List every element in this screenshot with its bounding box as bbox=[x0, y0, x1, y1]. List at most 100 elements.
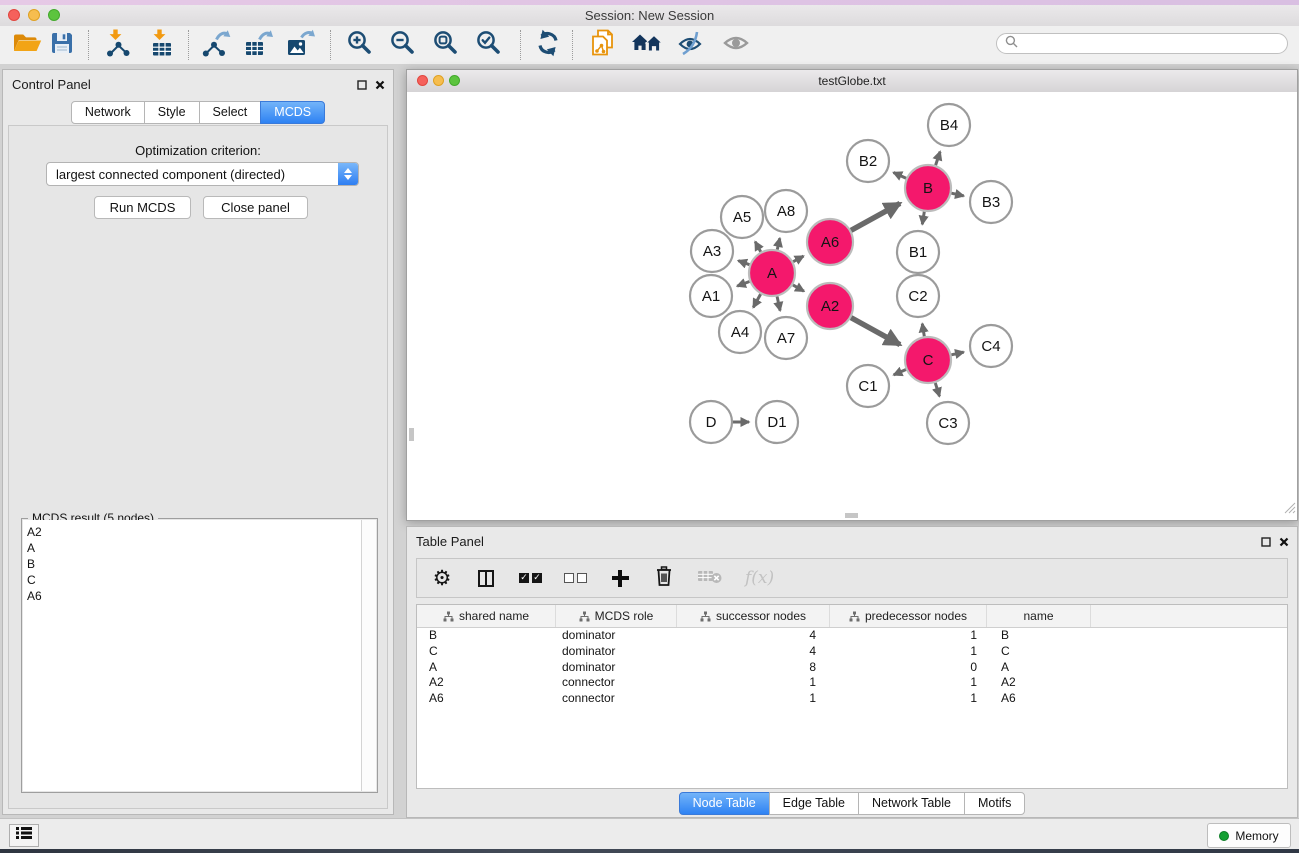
column-header-shared-name[interactable]: shared name bbox=[417, 605, 556, 627]
zoom-in-button[interactable] bbox=[343, 29, 377, 61]
import-table-button[interactable] bbox=[145, 29, 179, 61]
graph-node-D1[interactable]: D1 bbox=[756, 401, 798, 443]
tab-motifs[interactable]: Motifs bbox=[964, 792, 1025, 815]
show-panels-button[interactable] bbox=[9, 824, 39, 847]
column-header-successor-nodes[interactable]: successor nodes bbox=[677, 605, 830, 627]
table-cell[interactable]: 1 bbox=[677, 691, 830, 707]
zoom-fit-button[interactable] bbox=[429, 29, 463, 61]
mcds-result-list[interactable]: A2ABCA6 bbox=[23, 520, 362, 791]
result-item[interactable]: A bbox=[27, 540, 362, 556]
tab-select[interactable]: Select bbox=[199, 101, 262, 124]
result-scrollbar[interactable] bbox=[361, 520, 376, 791]
graph-edge-A-A1[interactable] bbox=[737, 282, 749, 287]
function-builder-button[interactable]: f(x) bbox=[745, 568, 774, 588]
graph-node-C3[interactable]: C3 bbox=[927, 402, 969, 444]
column-layout-button[interactable] bbox=[475, 570, 497, 587]
export-image-button[interactable] bbox=[283, 29, 317, 61]
graph-node-B2[interactable]: B2 bbox=[847, 140, 889, 182]
graph-node-A2[interactable]: A2 bbox=[807, 283, 853, 329]
column-header-predecessor-nodes[interactable]: predecessor nodes bbox=[830, 605, 987, 627]
graph-node-A3[interactable]: A3 bbox=[691, 230, 733, 272]
table-row[interactable]: Cdominator41C bbox=[417, 644, 1287, 660]
delete-table-button[interactable] bbox=[697, 567, 723, 590]
graph-edge-A-A2[interactable] bbox=[793, 285, 804, 291]
graph-edge-C-C1[interactable] bbox=[894, 370, 906, 375]
table-cell[interactable]: C bbox=[987, 644, 1091, 660]
canvas-hscroll-thumb[interactable] bbox=[845, 513, 858, 518]
table-cell[interactable]: 1 bbox=[677, 675, 830, 691]
graph-edge-B-B1[interactable] bbox=[922, 212, 924, 225]
table-cell[interactable]: C bbox=[417, 644, 556, 660]
graph-node-C4[interactable]: C4 bbox=[970, 325, 1012, 367]
result-item[interactable]: B bbox=[27, 556, 362, 572]
graph-node-B[interactable]: B bbox=[905, 165, 951, 211]
tab-network[interactable]: Network bbox=[71, 101, 145, 124]
import-network-button[interactable] bbox=[101, 29, 135, 61]
table-cell[interactable]: 0 bbox=[830, 660, 987, 676]
table-cell[interactable]: dominator bbox=[556, 660, 677, 676]
export-table-button[interactable] bbox=[241, 29, 275, 61]
optimization-select[interactable]: largest connected component (directed) bbox=[46, 162, 359, 186]
table-row[interactable]: A2connector11A2 bbox=[417, 675, 1287, 691]
graph-edge-A-A7[interactable] bbox=[777, 297, 780, 311]
table-cell[interactable]: 8 bbox=[677, 660, 830, 676]
select-all-columns-button[interactable]: ✓✓ bbox=[519, 573, 542, 583]
network-graph[interactable]: AA1A3A5A8A4A7A6A2BB1B2B3B4CC1C2C3C4DD1 bbox=[407, 92, 1297, 520]
graph-node-A4[interactable]: A4 bbox=[719, 311, 761, 353]
table-cell[interactable]: A2 bbox=[417, 675, 556, 691]
tab-style[interactable]: Style bbox=[144, 101, 200, 124]
table-cell[interactable]: 1 bbox=[830, 644, 987, 660]
save-session-button[interactable] bbox=[45, 29, 79, 61]
refresh-button[interactable] bbox=[531, 29, 565, 61]
graph-edge-C-C4[interactable] bbox=[951, 352, 963, 355]
graph-edge-B-B4[interactable] bbox=[936, 152, 941, 166]
graph-edge-A2-C[interactable] bbox=[851, 318, 900, 345]
close-panel-icon[interactable] bbox=[1279, 534, 1289, 552]
close-panel-button[interactable]: Close panel bbox=[203, 196, 308, 219]
column-header-MCDS-role[interactable]: MCDS role bbox=[556, 605, 677, 627]
close-panel-icon[interactable] bbox=[375, 77, 385, 95]
duplicate-network-button[interactable] bbox=[585, 29, 619, 61]
memory-button[interactable]: Memory bbox=[1207, 823, 1291, 848]
search-box[interactable] bbox=[996, 33, 1288, 54]
tab-mcds[interactable]: MCDS bbox=[260, 101, 325, 124]
graph-node-C2[interactable]: C2 bbox=[897, 275, 939, 317]
open-file-button[interactable] bbox=[10, 29, 44, 61]
table-cell[interactable]: dominator bbox=[556, 628, 677, 644]
result-item[interactable]: C bbox=[27, 572, 362, 588]
table-cell[interactable]: 4 bbox=[677, 628, 830, 644]
table-cell[interactable]: 1 bbox=[830, 628, 987, 644]
graph-edge-A-A8[interactable] bbox=[777, 238, 780, 249]
table-settings-button[interactable]: ⚙ bbox=[431, 568, 453, 588]
graph-node-B3[interactable]: B3 bbox=[970, 181, 1012, 223]
table-row[interactable]: Adominator80A bbox=[417, 660, 1287, 676]
graph-edge-A-A6[interactable] bbox=[793, 256, 803, 262]
graph-edge-C-C3[interactable] bbox=[935, 383, 939, 396]
zoom-out-button[interactable] bbox=[386, 29, 420, 61]
graph-node-B4[interactable]: B4 bbox=[928, 104, 970, 146]
table-cell[interactable]: 1 bbox=[830, 691, 987, 707]
graph-edge-A6-B[interactable] bbox=[851, 203, 900, 230]
graph-edge-B-B2[interactable] bbox=[894, 173, 907, 179]
table-cell[interactable]: A bbox=[987, 660, 1091, 676]
graph-edge-A-A4[interactable] bbox=[753, 294, 760, 307]
tab-node-table[interactable]: Node Table bbox=[679, 792, 770, 815]
result-item[interactable]: A2 bbox=[27, 524, 362, 540]
graph-node-A5[interactable]: A5 bbox=[721, 196, 763, 238]
first-neighbors-button[interactable] bbox=[630, 29, 664, 61]
graph-node-A1[interactable]: A1 bbox=[690, 275, 732, 317]
table-cell[interactable]: A bbox=[417, 660, 556, 676]
table-cell[interactable]: dominator bbox=[556, 644, 677, 660]
network-canvas[interactable]: AA1A3A5A8A4A7A6A2BB1B2B3B4CC1C2C3C4DD1 bbox=[407, 92, 1297, 520]
table-cell[interactable]: A6 bbox=[987, 691, 1091, 707]
graph-edge-B-B3[interactable] bbox=[951, 193, 963, 196]
graph-node-C1[interactable]: C1 bbox=[847, 365, 889, 407]
table-cell[interactable]: B bbox=[417, 628, 556, 644]
canvas-vscroll-thumb[interactable] bbox=[409, 428, 414, 441]
table-cell[interactable]: A2 bbox=[987, 675, 1091, 691]
tab-edge-table[interactable]: Edge Table bbox=[769, 792, 859, 815]
tab-network-table[interactable]: Network Table bbox=[858, 792, 965, 815]
table-cell[interactable]: connector bbox=[556, 691, 677, 707]
delete-column-button[interactable] bbox=[653, 565, 675, 592]
unselect-all-columns-button[interactable] bbox=[564, 573, 587, 583]
